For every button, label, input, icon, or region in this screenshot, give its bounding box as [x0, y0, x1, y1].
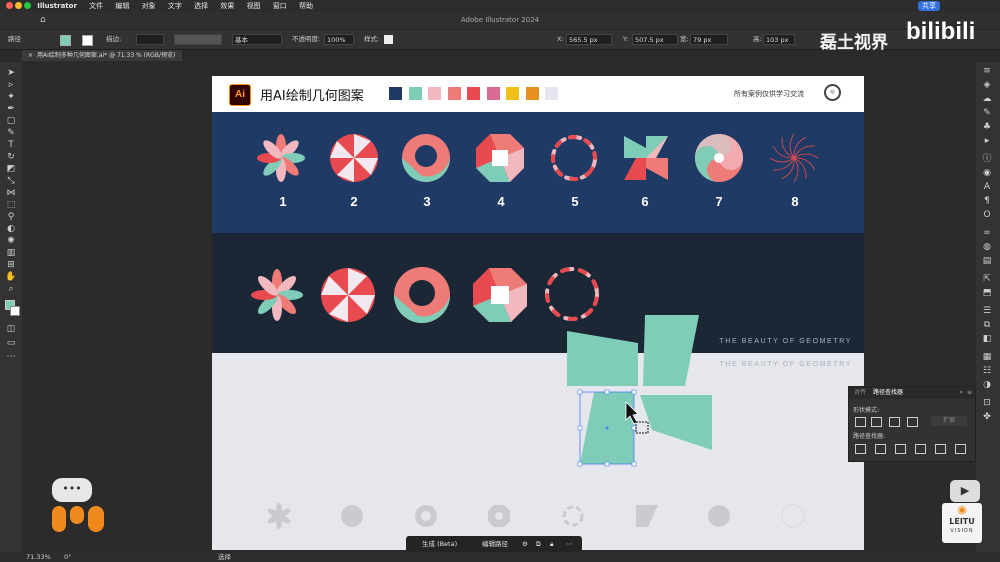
pattern-2-umbrella [330, 134, 378, 182]
mint-shape-top-left [567, 331, 638, 386]
vision-text: VISION [950, 528, 974, 534]
divide-icon[interactable] [855, 444, 866, 454]
contextual-task-bar: 生成 (Beta) 编辑路径 ⚙ ⧉ 🔒︎ ⋯ [406, 536, 582, 552]
chat-bubble-icon: ••• [52, 478, 92, 502]
crop-icon[interactable] [915, 444, 926, 454]
unite-icon[interactable] [855, 417, 866, 427]
leitu-logo-icon: ◉ [957, 503, 967, 516]
pattern-6-pinwheel [624, 136, 668, 180]
artwork-layer [251, 133, 819, 529]
more-options-icon[interactable]: ⋯ [566, 536, 573, 552]
panel-menu-icon[interactable]: ≡ [967, 387, 972, 399]
tab-pathfinder[interactable]: 路径查找器 [873, 387, 903, 399]
intersect-icon[interactable] [889, 417, 900, 427]
leitu-text: LEITU [949, 517, 975, 526]
orange-logo-bar-mid [70, 506, 84, 524]
mint-shape-bottom-right [640, 395, 712, 450]
path-options-icon[interactable]: ⚙ [522, 536, 528, 552]
grey-icons-row [267, 503, 805, 529]
shape-modes-label: 形状模式: [853, 407, 880, 414]
row2-flower [251, 269, 303, 321]
status-bar: 71.33% 0° 选择 [0, 552, 1000, 562]
row2-octagon [473, 268, 527, 322]
pattern-7-swirl [695, 134, 743, 182]
lock-icon[interactable]: 🔒︎ [550, 536, 553, 552]
merge-icon[interactable] [895, 444, 906, 454]
mint-shape-top-right [643, 315, 699, 386]
edit-path-button[interactable]: 编辑路径 [482, 536, 508, 552]
leitu-watermark: ◉ LEITU VISION [942, 503, 982, 543]
pattern-5-dashed-ring [551, 135, 597, 181]
pattern-1-flower [257, 134, 305, 182]
pattern-4-octagon [476, 134, 524, 182]
minus-front-icon[interactable] [871, 417, 882, 427]
pattern-3-ring [402, 134, 450, 182]
pattern-8-spiral-lines [769, 133, 819, 183]
video-play-icon: ▶ [950, 480, 980, 502]
outline-icon[interactable] [935, 444, 946, 454]
trim-icon[interactable] [875, 444, 886, 454]
row2-umbrella [321, 268, 375, 322]
orange-logo-bar-left [52, 506, 66, 532]
minus-back-icon[interactable] [955, 444, 966, 454]
orange-logo-bar-right [88, 506, 104, 532]
pathfinder-panel: 对齐 路径查找器 » ≡ 形状模式: 扩展 路径查找器: [848, 386, 976, 462]
generate-button[interactable]: 生成 (Beta) [422, 536, 457, 552]
row2-dashed-ring [545, 267, 599, 321]
expand-button[interactable]: 扩展 [931, 416, 967, 426]
tab-align[interactable]: 对齐 [854, 387, 866, 399]
rotation-value[interactable]: 0° [64, 552, 71, 562]
pathfinders-label: 路径查找器: [853, 433, 886, 440]
duplicate-icon[interactable]: ⧉ [536, 536, 541, 552]
panel-collapse-icon[interactable]: » [959, 387, 963, 399]
current-tool-label: 选择 [218, 553, 231, 561]
row2-ring [394, 267, 450, 323]
exclude-icon[interactable] [907, 417, 918, 427]
zoom-level[interactable]: 71.33% [26, 552, 51, 562]
